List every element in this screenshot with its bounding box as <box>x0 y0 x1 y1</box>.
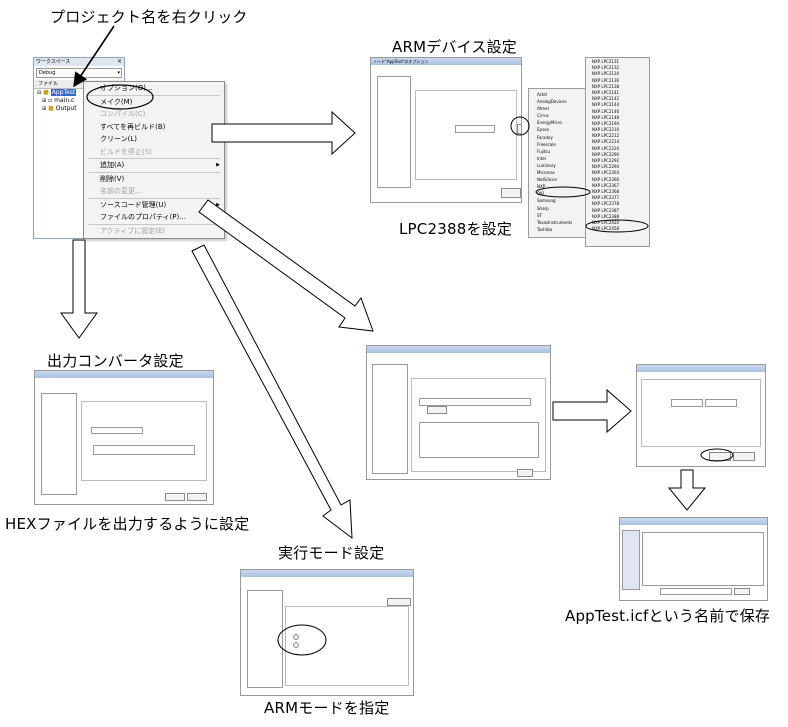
highlight-options <box>86 84 154 110</box>
highlight-save-button <box>700 448 734 462</box>
arrow-to-save-dialog <box>667 469 707 511</box>
arrow-to-linker-editor <box>552 388 632 434</box>
annotation-overlay <box>60 25 734 656</box>
arrow-to-output-converter <box>60 239 98 339</box>
arrow-to-arm-device <box>211 110 356 156</box>
highlight-nxp <box>535 186 591 198</box>
highlight-arm-radio <box>277 624 327 656</box>
pointer-arrow <box>73 25 115 88</box>
highlight-lpc2388 <box>585 219 649 233</box>
highlight-device-button <box>510 116 530 136</box>
